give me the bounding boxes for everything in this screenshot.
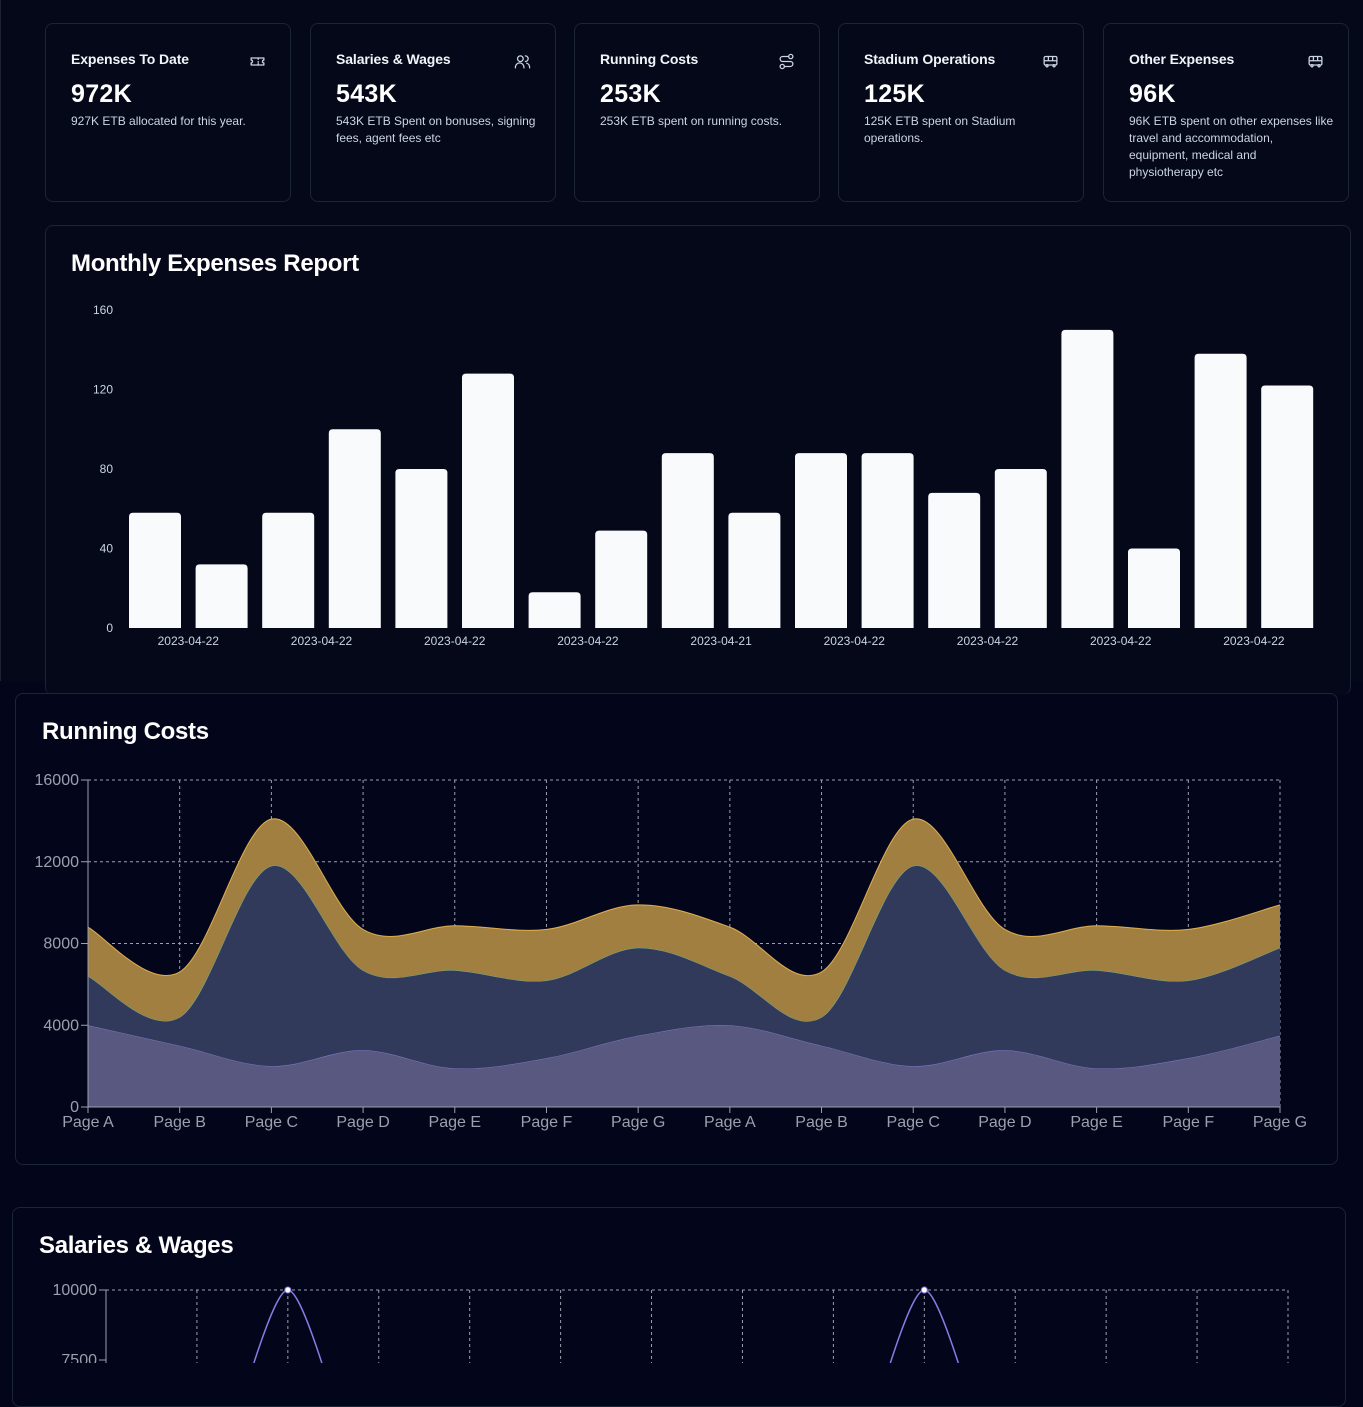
salaries-wages-line-chart: 10000 7500 bbox=[53, 1282, 1289, 1363]
line-point bbox=[284, 1286, 292, 1294]
line-point bbox=[920, 1286, 928, 1294]
y-tick-label: 7500 bbox=[61, 1352, 97, 1363]
y-tick-label: 10000 bbox=[53, 1282, 98, 1299]
